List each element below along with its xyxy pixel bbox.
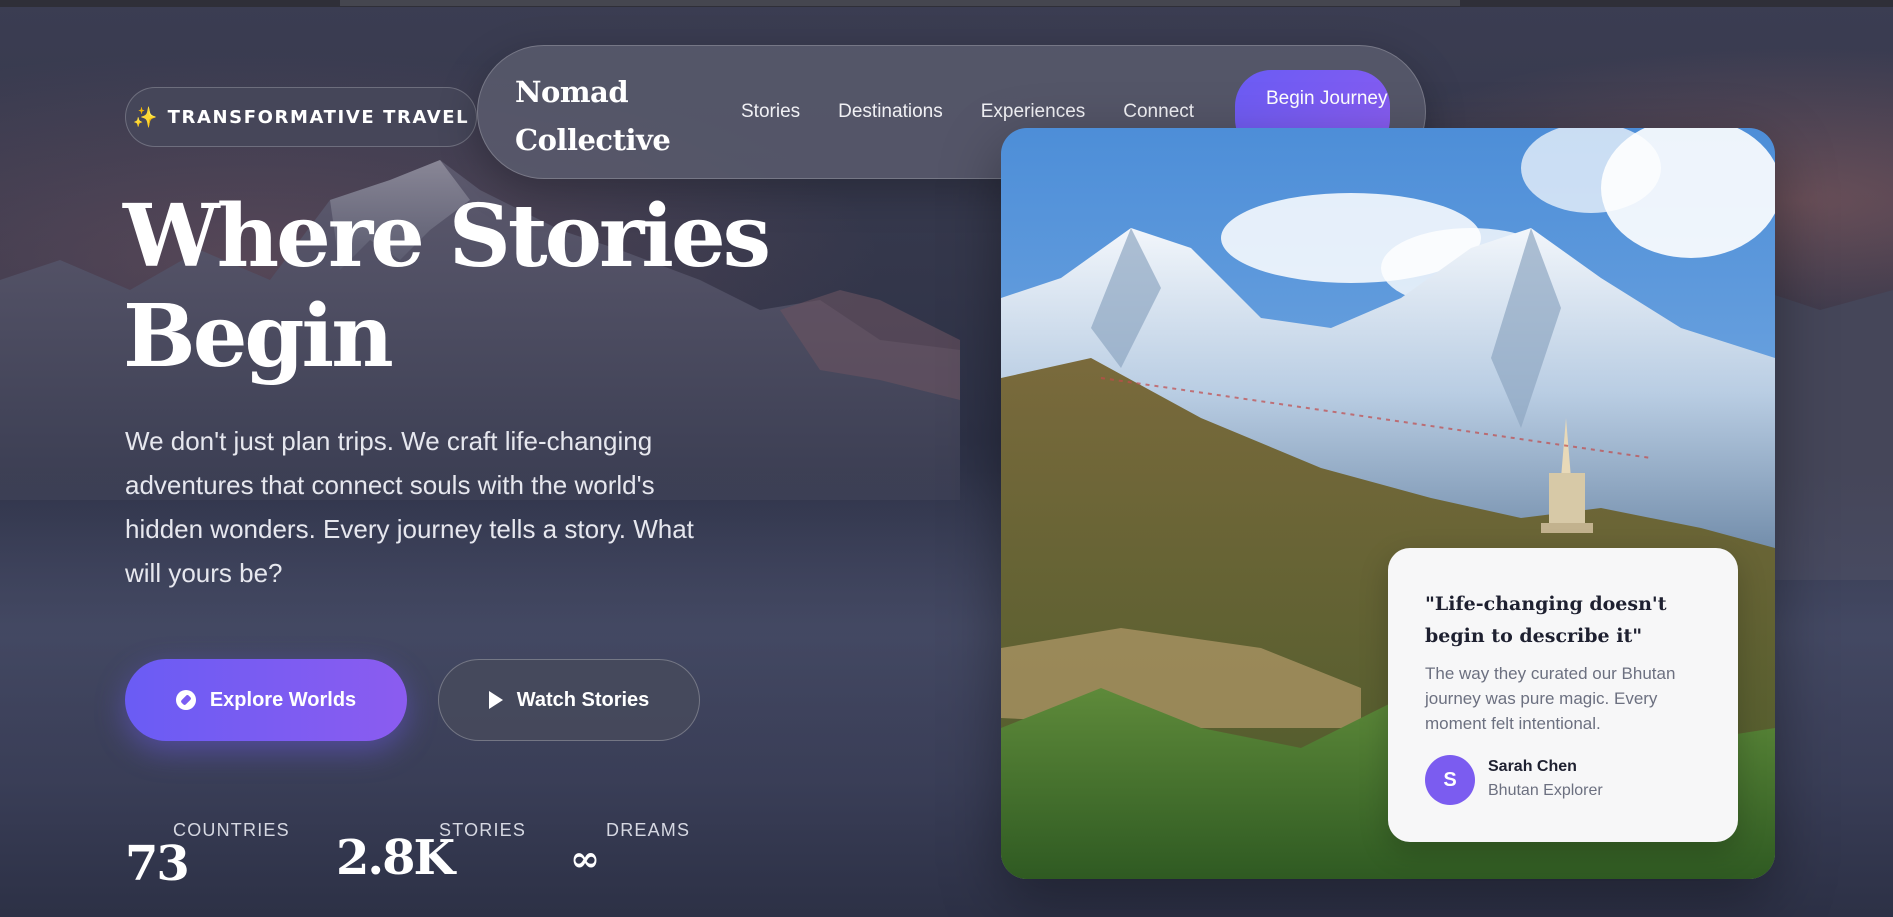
explore-worlds-button[interactable]: Explore Worlds [125, 659, 407, 741]
nav-link-experiences[interactable]: Experiences [981, 101, 1086, 123]
stat-value-dreams: ∞ [570, 838, 600, 880]
play-icon [488, 691, 503, 709]
stat-label-dreams: DREAMS [606, 820, 691, 840]
stat-label-countries: COUNTRIES [173, 820, 290, 840]
window-top-bar [0, 0, 1893, 7]
hero-description: We don't just plan trips. We craft life-… [125, 426, 694, 588]
watch-stories-label: Watch Stories [516, 688, 650, 711]
badge-text: TRANSFORMATIVE TRAVEL [167, 106, 470, 128]
testimonial-card: "Life-changing doesn't begin to describe… [1388, 548, 1738, 842]
testimonial-author-name: Sarah Chen [1488, 758, 1577, 775]
testimonial-author-role: Bhutan Explorer [1488, 782, 1603, 799]
testimonial-quote: "Life-changing doesn't begin to describe… [1425, 593, 1667, 647]
hero-title: Where Stories Begin [123, 186, 771, 387]
explore-worlds-label: Explore Worlds [209, 688, 357, 711]
nav-link-destinations[interactable]: Destinations [838, 101, 943, 123]
sparkle-icon: ✨ [132, 105, 158, 129]
testimonial-body: The way they curated our Bhutan journey … [1425, 664, 1676, 733]
travel-badge: ✨ TRANSFORMATIVE TRAVEL [125, 87, 477, 147]
compass-icon [175, 690, 196, 710]
nav-links: Stories Destinations Experiences Connect [741, 101, 1194, 123]
avatar: S [1425, 755, 1475, 805]
stat-value-countries: 73 [125, 836, 190, 892]
brand-logo[interactable]: Nomad Collective [515, 68, 685, 164]
watch-stories-button[interactable]: Watch Stories [438, 659, 700, 741]
nav-link-connect[interactable]: Connect [1123, 101, 1194, 123]
stat-value-stories: 2.8K [336, 830, 455, 886]
nav-link-stories[interactable]: Stories [741, 101, 800, 123]
